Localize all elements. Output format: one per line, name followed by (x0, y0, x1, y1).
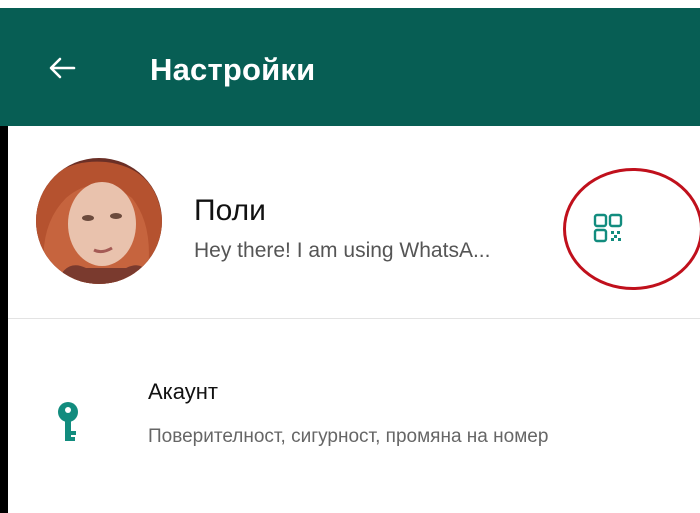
settings-item-subtitle: Поверителност, сигурност, промяна на ном… (148, 426, 549, 447)
page-title: Настройки (150, 52, 316, 87)
app-bar: Настройки (0, 8, 700, 126)
arrow-left-icon (49, 57, 76, 79)
back-button[interactable] (44, 50, 80, 86)
highlight-circle (563, 168, 700, 290)
profile-status: Hey there! I am using WhatsA... (194, 239, 491, 262)
profile-name: Поли (194, 194, 266, 227)
settings-item-account[interactable]: Акаунт Поверителност, сигурност, промяна… (8, 319, 700, 513)
settings-item-title: Акаунт (148, 379, 218, 404)
top-strip (0, 0, 700, 8)
avatar[interactable] (36, 158, 162, 284)
left-edge (0, 126, 8, 513)
settings-screen: Настройки Поли Hey there! I am using Wha… (0, 0, 700, 513)
key-icon (58, 402, 78, 441)
